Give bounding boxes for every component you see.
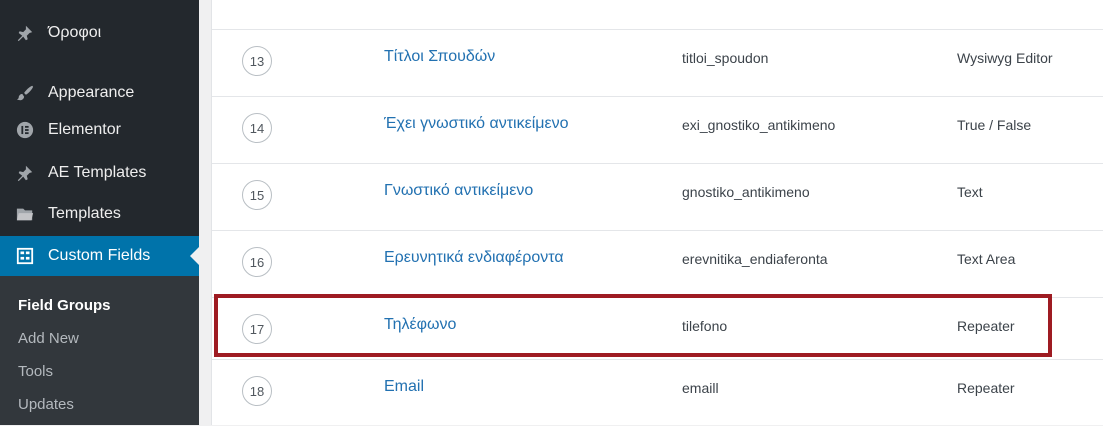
field-label-link[interactable]: Ερευνητικά ενδιαφέροντα [384, 249, 564, 267]
field-type: Wysiwyg Editor [957, 50, 1053, 66]
field-row[interactable]: 14 Έχει γνωστικό αντικείμενο exi_gnostik… [212, 96, 1103, 163]
field-label-link[interactable]: Γνωστικό αντικείμενο [384, 182, 533, 200]
field-name: gnostiko_antikimeno [682, 184, 810, 200]
field-row[interactable]: 16 Ερευνητικά ενδιαφέροντα erevnitika_en… [212, 230, 1103, 297]
field-label-link[interactable]: Τηλέφωνο [384, 316, 456, 334]
field-row[interactable]: 15 Γνωστικό αντικείμενο gnostiko_antikim… [212, 163, 1103, 230]
menu-item-custom-fields[interactable]: Custom Fields [0, 236, 199, 276]
field-type: Repeater [957, 380, 1015, 396]
field-row-highlighted[interactable]: 17 Τηλέφωνο tilefono Repeater [212, 297, 1103, 364]
field-label-link[interactable]: Τίτλοι Σπουδών [384, 48, 495, 66]
field-row[interactable]: 18 Email emaill Repeater [212, 359, 1103, 426]
custom-fields-submenu: Field Groups Add New Tools Updates [0, 276, 199, 425]
order-badge[interactable]: 16 [242, 247, 272, 277]
submenu-field-groups[interactable]: Field Groups [18, 297, 111, 314]
elementor-icon [14, 119, 36, 141]
order-badge[interactable]: 14 [242, 113, 272, 143]
menu-item-elementor[interactable]: Elementor [0, 111, 199, 149]
admin-sidebar: Όροφοι Appearance Elementor AE Templates… [0, 0, 199, 425]
submenu-add-new[interactable]: Add New [18, 330, 79, 347]
order-badge[interactable]: 13 [242, 46, 272, 76]
menu-label: AE Templates [48, 164, 147, 181]
field-type: Text [957, 184, 983, 200]
menu-item-orofoi[interactable]: Όροφοι [0, 14, 199, 52]
field-row[interactable]: 13 Τίτλοι Σπουδών titloi_spoudon Wysiwyg… [212, 29, 1103, 96]
order-badge[interactable]: 15 [242, 180, 272, 210]
current-menu-arrow [190, 247, 199, 265]
field-type: Repeater [957, 318, 1015, 334]
field-type: Text Area [957, 251, 1016, 267]
menu-label: Elementor [48, 121, 121, 138]
main-content: 13 Τίτλοι Σπουδών titloi_spoudon Wysiwyg… [199, 0, 1103, 425]
field-type: True / False [957, 117, 1032, 133]
menu-item-ae-templates[interactable]: AE Templates [0, 154, 199, 192]
field-name: erevnitika_endiaferonta [682, 251, 828, 267]
field-name: emaill [682, 380, 719, 396]
order-badge[interactable]: 17 [242, 314, 272, 344]
field-name: tilefono [682, 318, 728, 334]
field-name: titloi_spoudon [682, 50, 769, 66]
folder-icon [14, 203, 36, 225]
menu-label: Appearance [48, 84, 135, 101]
field-label-link[interactable]: Έχει γνωστικό αντικείμενο [384, 115, 569, 133]
menu-label: Custom Fields [48, 247, 151, 264]
pin-icon [14, 22, 36, 44]
grid-icon [14, 245, 36, 267]
order-badge[interactable]: 18 [242, 376, 272, 406]
field-name: exi_gnostiko_antikimeno [682, 117, 836, 133]
field-label-link[interactable]: Email [384, 378, 424, 396]
fields-table: 13 Τίτλοι Σπουδών titloi_spoudon Wysiwyg… [211, 0, 1103, 425]
menu-item-appearance[interactable]: Appearance [0, 74, 199, 112]
paintbrush-icon [14, 82, 36, 104]
menu-item-templates[interactable]: Templates [0, 195, 199, 233]
menu-label: Templates [48, 205, 121, 222]
submenu-updates[interactable]: Updates [18, 396, 74, 413]
submenu-tools[interactable]: Tools [18, 363, 53, 380]
pin-icon [14, 162, 36, 184]
menu-label: Όροφοι [48, 24, 102, 41]
